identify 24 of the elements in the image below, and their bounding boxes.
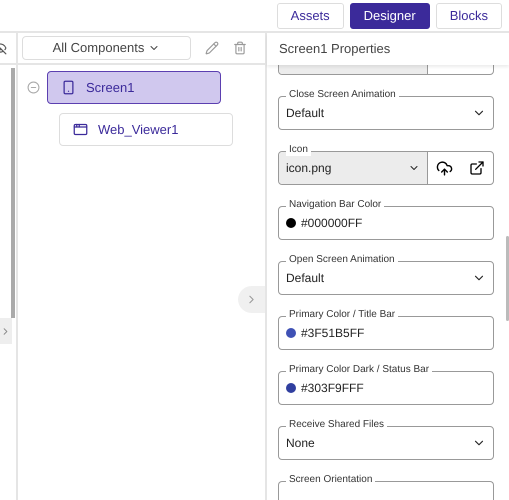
field-value: Default: [286, 105, 324, 122]
field-label: Open Screen Animation: [286, 254, 398, 266]
phone-icon: [61, 80, 76, 95]
field-value: #303F9FFF: [301, 380, 364, 397]
tree-item[interactable]: Screen1: [47, 71, 221, 104]
field-label: Primary Color Dark / Status Bar: [286, 364, 432, 376]
tab[interactable]: Assets: [276, 2, 344, 28]
collapse-icon[interactable]: [27, 81, 40, 94]
field-value: #3F51B5FF: [301, 325, 364, 342]
tree-item[interactable]: Web_Viewer1: [59, 113, 233, 146]
pencil-icon[interactable]: [205, 41, 219, 55]
component-filter-dropdown[interactable]: All Components: [22, 36, 191, 60]
scrollbar[interactable]: [11, 68, 15, 318]
trash-icon[interactable]: [233, 41, 247, 55]
tab[interactable]: Blocks: [436, 2, 502, 28]
field-value: Default: [286, 270, 324, 287]
field-value: #000000FF: [301, 215, 362, 232]
tab[interactable]: Designer: [350, 2, 430, 28]
window-icon: [73, 122, 88, 137]
field-value: None: [286, 435, 315, 452]
field-label: Navigation Bar Color: [286, 199, 384, 211]
field-label: Primary Color / Title Bar: [286, 309, 398, 321]
panel-title: Screen1 Properties: [279, 40, 390, 58]
scrollbar[interactable]: [506, 236, 509, 321]
